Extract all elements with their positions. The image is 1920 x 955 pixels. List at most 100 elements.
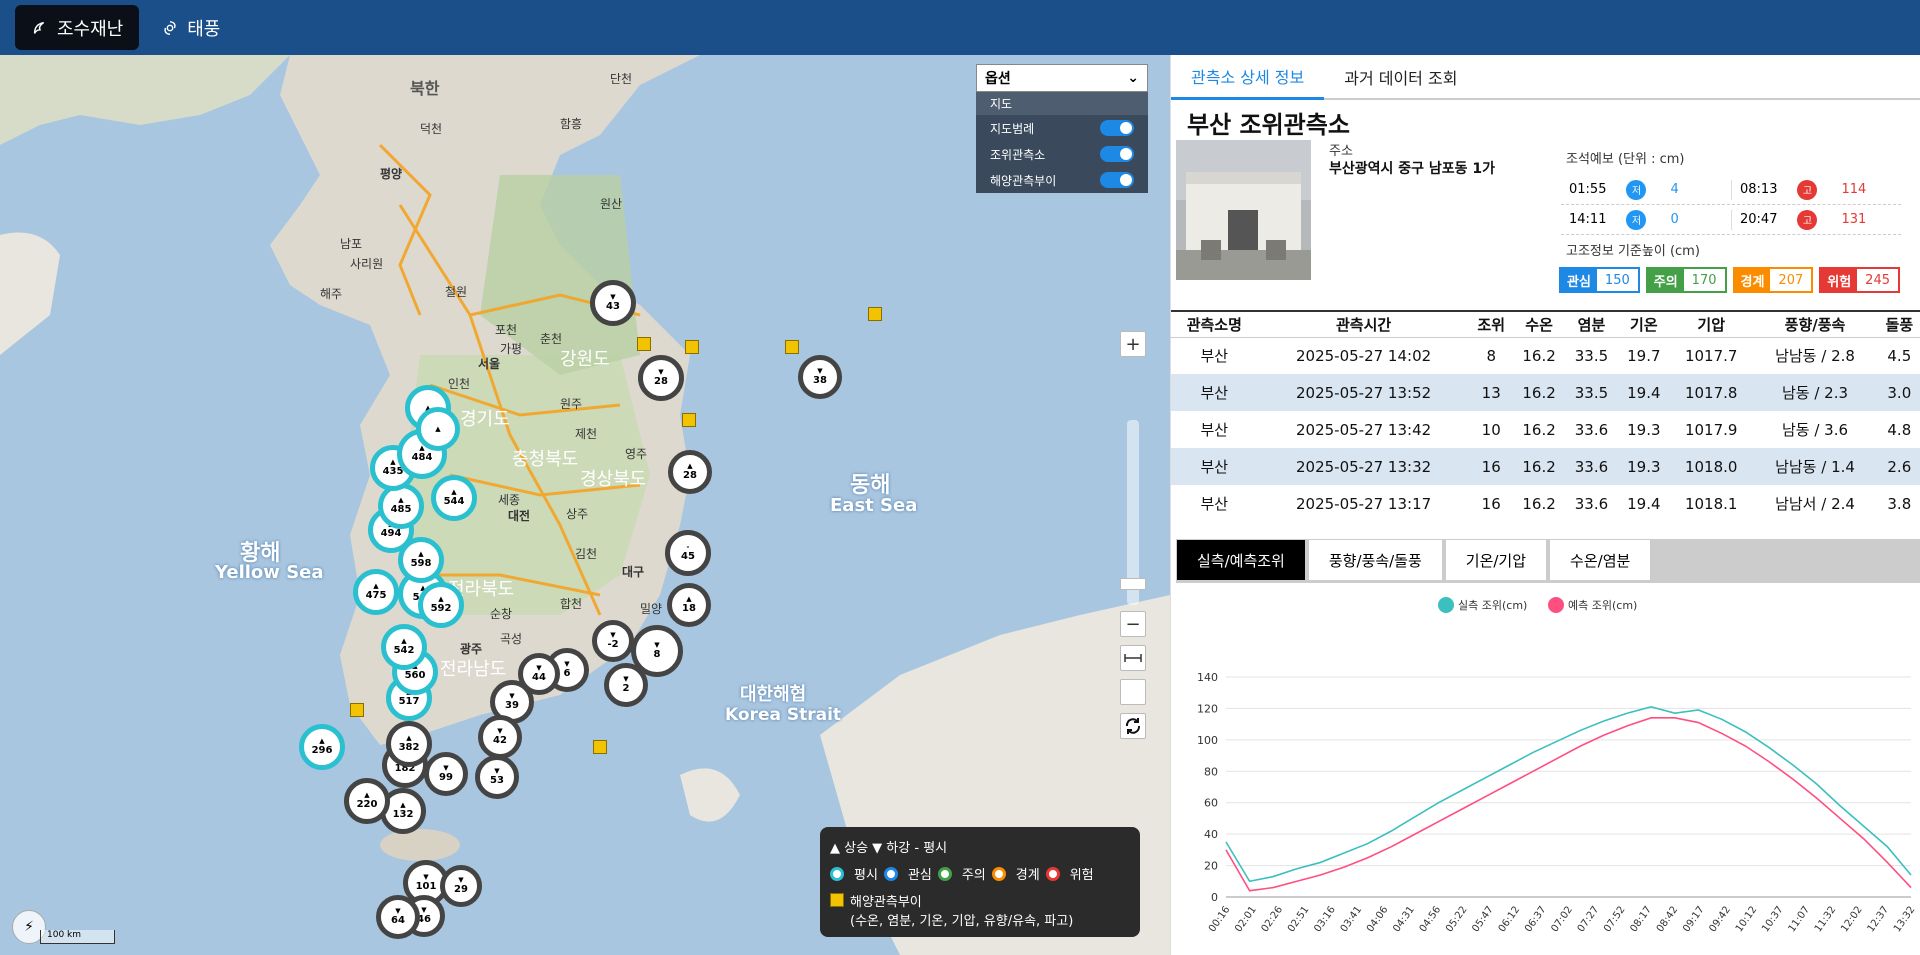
table-row[interactable]: 부산 2025-05-27 13:32 16 16.2 33.6 19.3 1018.0 남남… (1171, 448, 1920, 485)
tab-history[interactable]: 과거 데이터 조회 (1324, 55, 1477, 98)
buoy-marker[interactable] (682, 413, 696, 427)
map-label: 대구 (622, 565, 645, 579)
station-cluster[interactable]: ▼ 99 (424, 752, 468, 796)
map-label: 전라남도 (440, 659, 507, 680)
high-tide-badge: 고 (1797, 209, 1818, 230)
buoy-marker[interactable] (685, 340, 699, 354)
station-cluster[interactable]: ▼ 28 (638, 355, 684, 401)
table-row[interactable]: 부산 2025-05-27 14:02 8 16.2 33.5 19.7 1017.7 남남동… (1171, 337, 1920, 374)
measure-distance-button[interactable] (1120, 645, 1146, 671)
station-cluster[interactable]: ▼ 53 (475, 755, 519, 799)
x-tick-label: 12:37 (1866, 904, 1892, 934)
x-tick-label: 10:12 (1734, 904, 1760, 934)
refresh-button[interactable] (1120, 713, 1146, 739)
station-cluster[interactable]: ▲ 28 (668, 450, 712, 494)
station-cluster[interactable]: ▲ 296 (299, 724, 345, 770)
tab-temp-pressure[interactable]: 기온/기압 (1444, 539, 1548, 581)
table-row[interactable]: 부산 2025-05-27 13:42 10 16.2 33.6 19.3 1017.9 남동… (1171, 411, 1920, 448)
station-cluster[interactable]: ▼ 42 (478, 715, 522, 759)
buoy-marker[interactable] (593, 740, 607, 754)
col-header: 관측소명 (1171, 310, 1258, 338)
blank-tool-button[interactable] (1120, 679, 1146, 705)
station-cluster[interactable]: ▲ 475 (353, 569, 399, 615)
tide-chart: 실측 조위(cm) 예측 조위(cm) 0 20 40 60 80 100 120 140 00:1… (1197, 597, 1917, 934)
table-cell: 16.2 (1522, 494, 1556, 513)
tab-station-detail[interactable]: 관측소 상세 정보 (1171, 55, 1325, 100)
x-tick-label: 04:56 (1418, 904, 1444, 934)
table-cell: 부산 (1200, 495, 1229, 513)
station-cluster[interactable]: ▲ 592 (418, 582, 464, 628)
low-tide-badge: 저 (1626, 179, 1647, 200)
alert-interest: 관심 150 (1559, 267, 1640, 293)
station-cluster[interactable]: ▼ 2 (604, 663, 648, 707)
table-cell: 16.2 (1522, 420, 1556, 439)
sea-label: Korea Strait (725, 705, 842, 725)
table-cell: 부산 (1200, 421, 1229, 439)
x-tick-label: 03:41 (1339, 904, 1365, 934)
table-cell: 10 (1481, 420, 1501, 439)
station-cluster[interactable]: ▲ 544 (431, 475, 477, 521)
station-cluster[interactable]: ▲ 382 (386, 721, 432, 767)
map-label: 사리원 (350, 257, 384, 271)
table-cell: 4.8 (1887, 420, 1912, 439)
station-cluster[interactable]: ▼ 44 (518, 653, 560, 695)
map-label: 북한 (410, 79, 440, 98)
station-cluster[interactable]: ▲ (416, 407, 460, 451)
tab-water-temp-salinity[interactable]: 수온/염분 (1549, 539, 1652, 581)
option-row-tide-station: 조위관측소 (976, 141, 1148, 167)
buoy-marker[interactable] (350, 703, 364, 717)
tab-tide-level[interactable]: 실측/예측조위 (1176, 539, 1306, 581)
map-label: 영주 (625, 447, 648, 461)
toggle-tide-station[interactable] (1100, 146, 1134, 162)
station-cluster[interactable]: ▼ -2 (592, 620, 634, 662)
x-tick-label: 04:31 (1391, 904, 1417, 934)
station-cluster[interactable]: ▼ 64 (376, 895, 420, 939)
map-view[interactable]: 북한 평양 남포 서울 인천 강원도 대전 대구 광주 충청북도 경상북도 전라… (0, 55, 1170, 955)
station-cluster[interactable]: ▲ 18 (667, 583, 711, 627)
table-row[interactable]: 부산 2025-05-27 13:52 13 16.2 33.5 19.4 1017.8 남동… (1171, 374, 1920, 411)
nav-typhoon[interactable]: 태풍 (145, 5, 236, 50)
table-cell: 33.6 (1565, 448, 1618, 485)
table-row[interactable]: 부산 2025-05-27 13:17 16 16.2 33.6 19.4 1018.1 남남… (1171, 485, 1920, 522)
table-cell: 남남동 / 1.4 (1752, 448, 1878, 485)
options-dropdown[interactable]: 옵션 ⌄ (976, 64, 1148, 92)
station-cluster[interactable]: ▲ 542 (381, 624, 427, 670)
x-tick-label: 04:06 (1365, 904, 1391, 934)
table-cell: 19.7 (1627, 346, 1661, 365)
nav-tide-disaster[interactable]: 조수재난 (15, 5, 140, 50)
sea-label: East Sea (830, 495, 918, 516)
buoy-marker[interactable] (868, 307, 882, 321)
station-cluster[interactable]: ▲ 220 (344, 778, 390, 824)
map-label: 밀양 (640, 602, 663, 616)
station-cluster[interactable]: ▼ 38 (798, 355, 842, 399)
station-cluster[interactable]: -45 (665, 530, 711, 576)
tab-wind[interactable]: 풍향/풍속/돌풍 (1307, 539, 1443, 581)
table-cell: 33.5 (1565, 374, 1618, 411)
toggle-legend[interactable] (1100, 120, 1134, 136)
buoy-marker[interactable] (637, 337, 651, 351)
table-cell: 2.6 (1877, 448, 1920, 485)
series-line (1225, 706, 1912, 883)
map-label: 경기도 (460, 409, 510, 430)
buoy-marker[interactable] (785, 340, 799, 354)
table-cell: 16 (1469, 448, 1513, 485)
table-cell: 2025-05-27 13:32 (1257, 448, 1470, 485)
ruler-icon (1124, 654, 1142, 662)
nav-tide-label: 조수재난 (57, 18, 124, 40)
legend-label: 예측 조위(cm) (1568, 599, 1637, 612)
legend-label: 실측 조위(cm) (1458, 599, 1527, 612)
zoom-out-button[interactable]: − (1120, 611, 1146, 637)
y-tick-label: 60 (1204, 797, 1218, 810)
station-cluster[interactable]: ▼ 29 (440, 865, 482, 907)
map-label: 함흥 (560, 117, 583, 131)
station-cluster[interactable]: ▼ 43 (590, 280, 636, 326)
zoom-slider-thumb[interactable] (1120, 578, 1146, 590)
station-cluster[interactable]: ▲ 485 (378, 483, 424, 529)
zoom-in-button[interactable]: + (1120, 331, 1146, 357)
table-cell: 1018.1 (1684, 494, 1738, 513)
level-dot-icon (883, 866, 898, 881)
table-cell: 부산 (1171, 374, 1258, 411)
table-cell: 19.4 (1627, 494, 1661, 513)
table-cell: 33.6 (1574, 494, 1609, 513)
toggle-buoy[interactable] (1100, 172, 1134, 188)
